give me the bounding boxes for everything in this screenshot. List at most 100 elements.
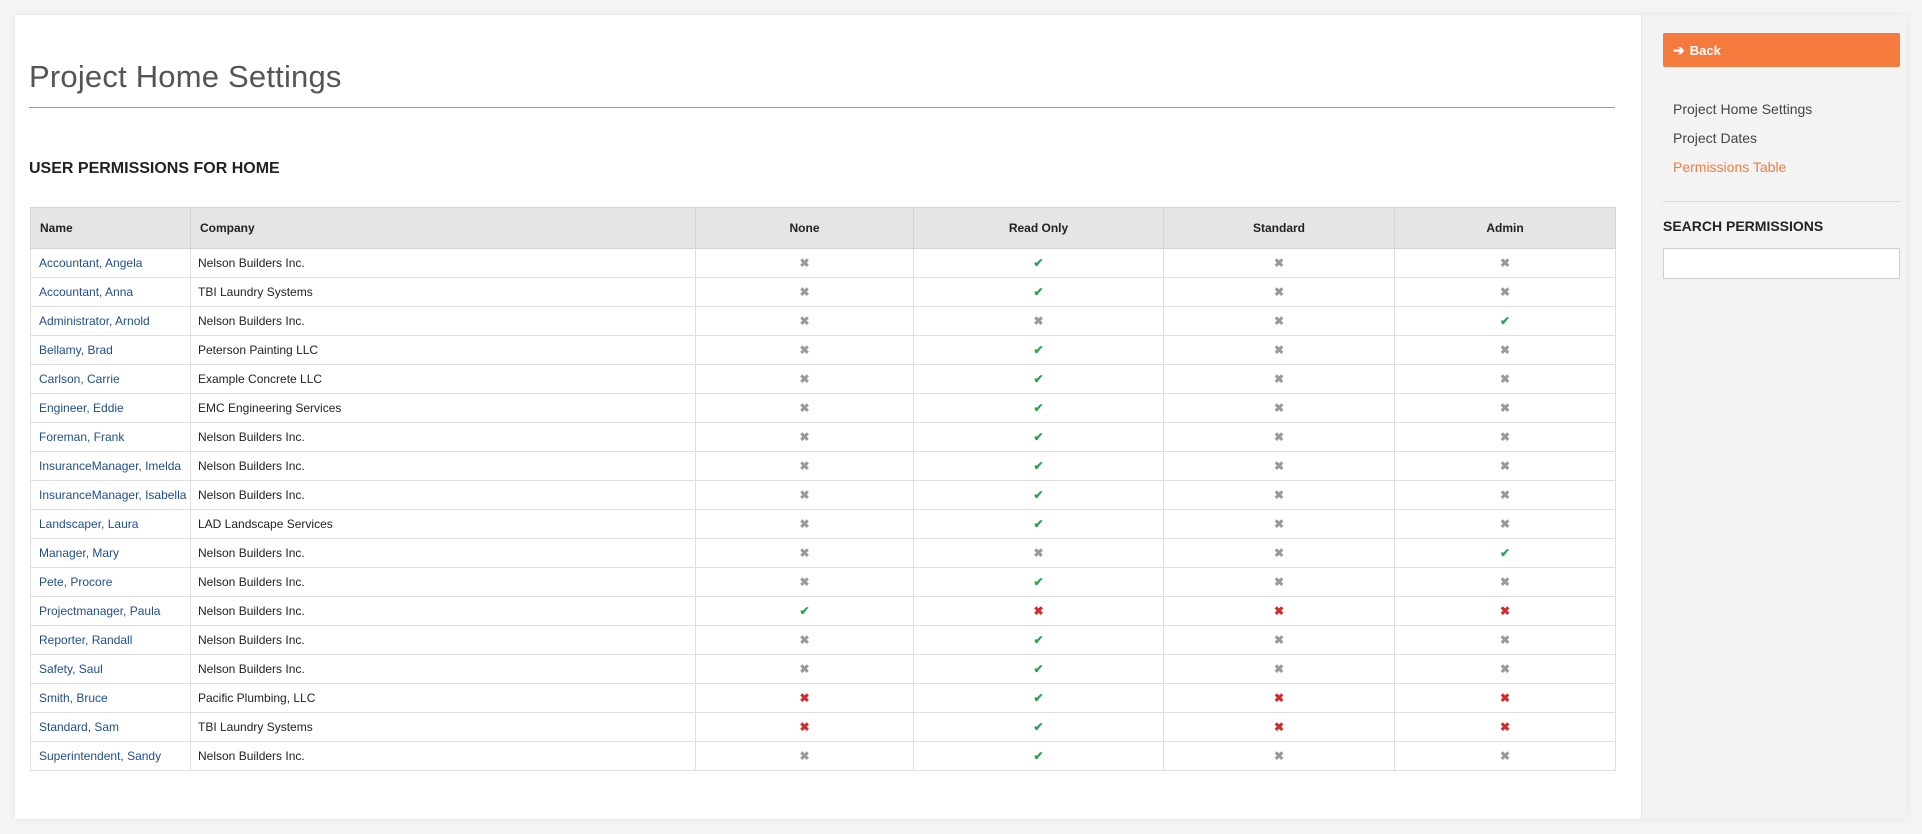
permission-cell-admin[interactable]: ✖ xyxy=(1394,335,1616,365)
permission-cell-read-only[interactable]: ✔ xyxy=(913,509,1164,539)
permission-cell-admin[interactable]: ✖ xyxy=(1394,596,1616,626)
permission-cell-none[interactable]: ✖ xyxy=(695,277,914,307)
permission-cell-read-only[interactable]: ✔ xyxy=(913,683,1164,713)
x-icon[interactable]: ✖ xyxy=(799,344,809,356)
permission-cell-admin[interactable]: ✖ xyxy=(1394,277,1616,307)
column-header-name[interactable]: Name xyxy=(30,207,191,249)
permission-cell-standard[interactable]: ✖ xyxy=(1163,422,1395,452)
user-name-link[interactable]: Engineer, Eddie xyxy=(39,401,124,415)
x-icon-red[interactable]: ✖ xyxy=(799,692,809,704)
check-icon[interactable]: ✔ xyxy=(1033,402,1043,414)
permission-cell-read-only[interactable]: ✖ xyxy=(913,538,1164,568)
user-name-link[interactable]: Projectmanager, Paula xyxy=(39,604,160,618)
x-icon-red[interactable]: ✖ xyxy=(1500,692,1510,704)
x-icon[interactable]: ✖ xyxy=(799,315,809,327)
permission-cell-standard[interactable]: ✖ xyxy=(1163,538,1395,568)
permission-cell-none[interactable]: ✖ xyxy=(695,625,914,655)
permission-cell-none[interactable]: ✖ xyxy=(695,683,914,713)
sidebar-item-project-dates[interactable]: Project Dates xyxy=(1673,124,1812,153)
permission-cell-standard[interactable]: ✖ xyxy=(1163,741,1395,771)
permission-cell-read-only[interactable]: ✖ xyxy=(913,306,1164,336)
permission-cell-standard[interactable]: ✖ xyxy=(1163,654,1395,684)
x-icon[interactable]: ✖ xyxy=(1274,489,1284,501)
permission-cell-none[interactable]: ✖ xyxy=(695,306,914,336)
x-icon[interactable]: ✖ xyxy=(1500,663,1510,675)
user-name-link[interactable]: Foreman, Frank xyxy=(39,430,124,444)
x-icon[interactable]: ✖ xyxy=(799,402,809,414)
x-icon[interactable]: ✖ xyxy=(1274,257,1284,269)
permission-cell-none[interactable]: ✖ xyxy=(695,422,914,452)
x-icon[interactable]: ✖ xyxy=(799,634,809,646)
x-icon[interactable]: ✖ xyxy=(1500,402,1510,414)
x-icon[interactable]: ✖ xyxy=(1274,460,1284,472)
x-icon[interactable]: ✖ xyxy=(1274,373,1284,385)
permission-cell-none[interactable]: ✖ xyxy=(695,567,914,597)
column-header-company[interactable]: Company xyxy=(190,207,696,249)
check-icon[interactable]: ✔ xyxy=(1500,315,1510,327)
x-icon[interactable]: ✖ xyxy=(799,547,809,559)
check-icon[interactable]: ✔ xyxy=(1500,547,1510,559)
x-icon[interactable]: ✖ xyxy=(1500,286,1510,298)
x-icon[interactable]: ✖ xyxy=(1274,576,1284,588)
permission-cell-none[interactable]: ✖ xyxy=(695,451,914,481)
x-icon-red[interactable]: ✖ xyxy=(799,721,809,733)
back-button[interactable]: ➔ Back xyxy=(1663,33,1900,67)
user-name-link[interactable]: Smith, Bruce xyxy=(39,691,108,705)
permission-cell-read-only[interactable]: ✔ xyxy=(913,364,1164,394)
check-icon[interactable]: ✔ xyxy=(1033,692,1043,704)
permission-cell-admin[interactable]: ✖ xyxy=(1394,451,1616,481)
permission-cell-standard[interactable]: ✖ xyxy=(1163,248,1395,278)
x-icon[interactable]: ✖ xyxy=(799,460,809,472)
x-icon[interactable]: ✖ xyxy=(1500,373,1510,385)
permission-cell-none[interactable]: ✖ xyxy=(695,741,914,771)
check-icon[interactable]: ✔ xyxy=(1033,489,1043,501)
permission-cell-none[interactable]: ✔ xyxy=(695,596,914,626)
permission-cell-standard[interactable]: ✖ xyxy=(1163,596,1395,626)
check-icon[interactable]: ✔ xyxy=(1033,257,1043,269)
x-icon[interactable]: ✖ xyxy=(1500,576,1510,588)
x-icon[interactable]: ✖ xyxy=(1500,460,1510,472)
permission-cell-none[interactable]: ✖ xyxy=(695,364,914,394)
user-name-link[interactable]: Accountant, Angela xyxy=(39,256,142,270)
x-icon[interactable]: ✖ xyxy=(1274,431,1284,443)
user-name-link[interactable]: Pete, Procore xyxy=(39,575,112,589)
user-name-link[interactable]: Administrator, Arnold xyxy=(39,314,150,328)
x-icon[interactable]: ✖ xyxy=(799,576,809,588)
x-icon[interactable]: ✖ xyxy=(1500,489,1510,501)
user-name-link[interactable]: Carlson, Carrie xyxy=(39,372,120,386)
permission-cell-read-only[interactable]: ✔ xyxy=(913,480,1164,510)
permission-cell-admin[interactable]: ✖ xyxy=(1394,480,1616,510)
permission-cell-read-only[interactable]: ✔ xyxy=(913,654,1164,684)
permission-cell-read-only[interactable]: ✔ xyxy=(913,741,1164,771)
permission-cell-read-only[interactable]: ✔ xyxy=(913,625,1164,655)
permission-cell-standard[interactable]: ✖ xyxy=(1163,277,1395,307)
permission-cell-none[interactable]: ✖ xyxy=(695,712,914,742)
permission-cell-standard[interactable]: ✖ xyxy=(1163,393,1395,423)
user-name-link[interactable]: Landscaper, Laura xyxy=(39,517,138,531)
column-header-standard[interactable]: Standard xyxy=(1163,207,1395,249)
user-name-link[interactable]: Safety, Saul xyxy=(39,662,103,676)
permission-cell-admin[interactable]: ✖ xyxy=(1394,654,1616,684)
x-icon[interactable]: ✖ xyxy=(1274,402,1284,414)
check-icon[interactable]: ✔ xyxy=(1033,373,1043,385)
permission-cell-standard[interactable]: ✖ xyxy=(1163,683,1395,713)
x-icon[interactable]: ✖ xyxy=(1274,315,1284,327)
x-icon[interactable]: ✖ xyxy=(1274,634,1284,646)
x-icon[interactable]: ✖ xyxy=(799,431,809,443)
permission-cell-admin[interactable]: ✖ xyxy=(1394,712,1616,742)
user-name-link[interactable]: InsuranceManager, Imelda xyxy=(39,459,181,473)
permission-cell-none[interactable]: ✖ xyxy=(695,248,914,278)
x-icon[interactable]: ✖ xyxy=(1500,257,1510,269)
x-icon[interactable]: ✖ xyxy=(1500,344,1510,356)
x-icon-red[interactable]: ✖ xyxy=(1274,605,1284,617)
permission-cell-admin[interactable]: ✖ xyxy=(1394,422,1616,452)
x-icon[interactable]: ✖ xyxy=(1274,663,1284,675)
permission-cell-admin[interactable]: ✖ xyxy=(1394,248,1616,278)
permission-cell-none[interactable]: ✖ xyxy=(695,480,914,510)
check-icon[interactable]: ✔ xyxy=(1033,344,1043,356)
x-icon-red[interactable]: ✖ xyxy=(1274,721,1284,733)
x-icon[interactable]: ✖ xyxy=(1500,431,1510,443)
x-icon-red[interactable]: ✖ xyxy=(1500,605,1510,617)
column-header-none[interactable]: None xyxy=(695,207,914,249)
check-icon[interactable]: ✔ xyxy=(1033,663,1043,675)
